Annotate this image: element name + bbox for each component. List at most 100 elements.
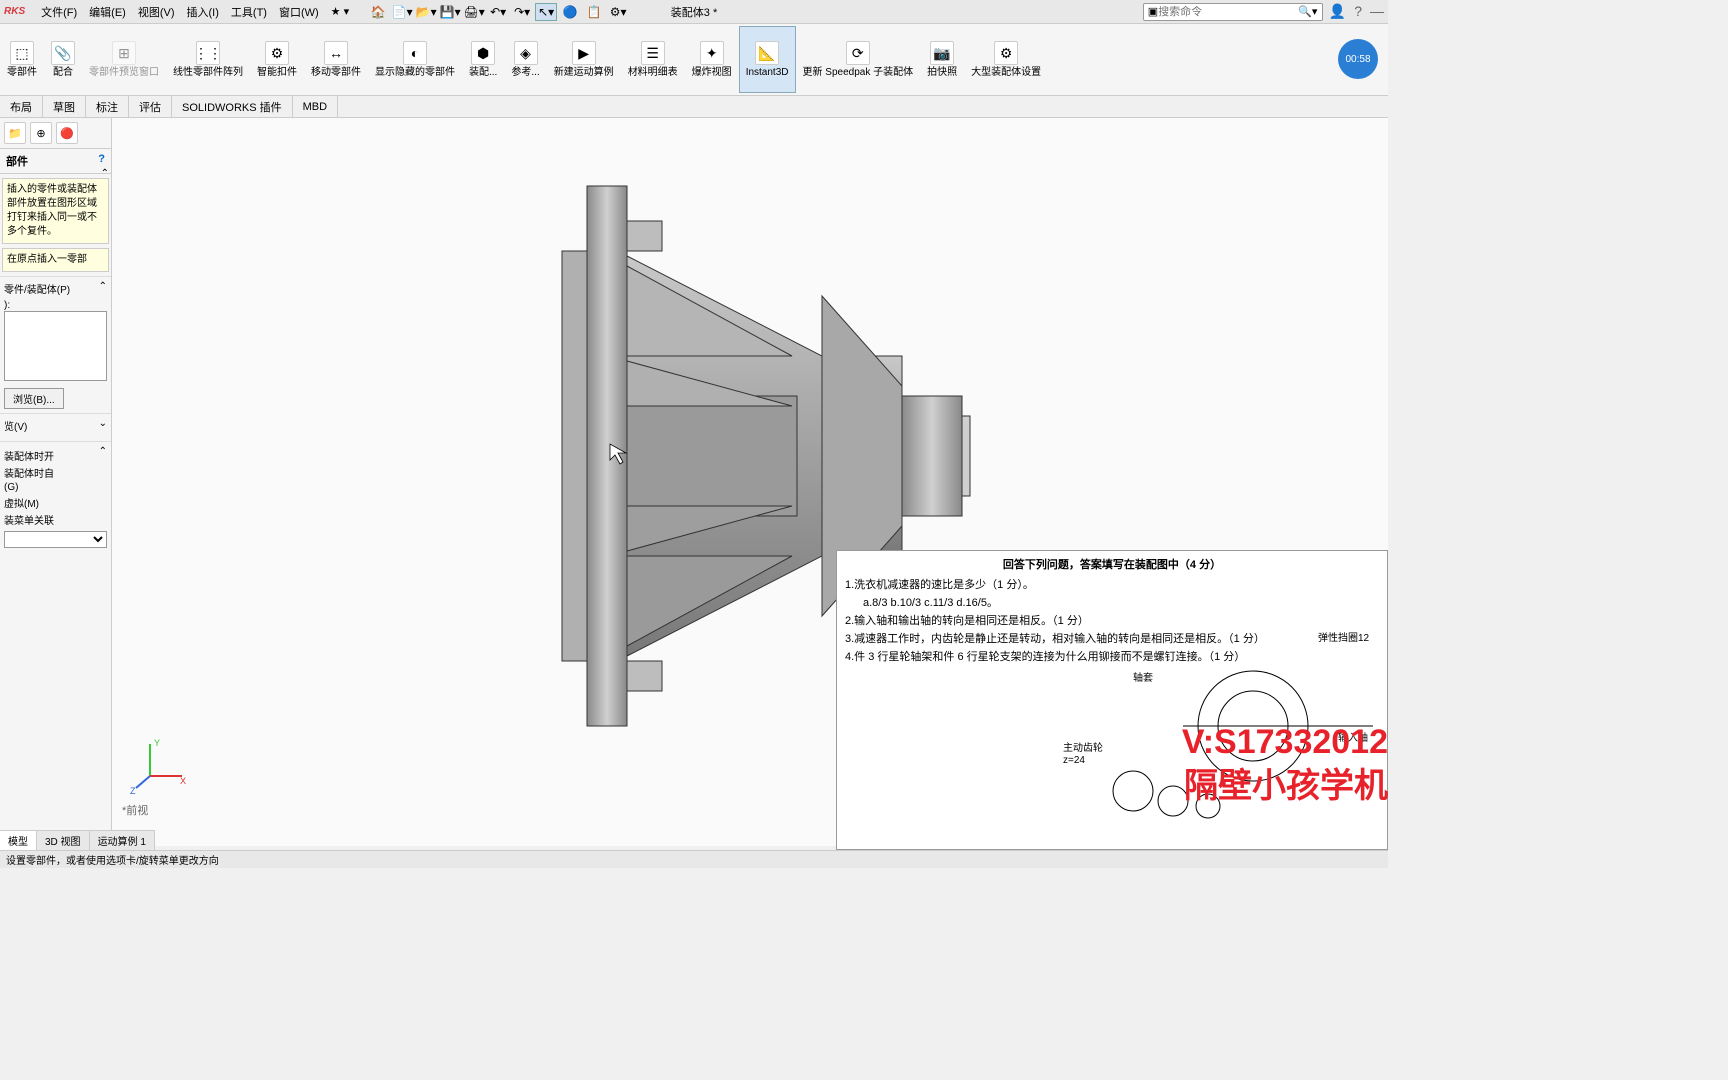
component-icon: ⬚ (10, 41, 34, 65)
fastener-icon: ⚙ (265, 41, 289, 65)
tab-annotate[interactable]: 标注 (86, 96, 129, 117)
search-input[interactable] (1158, 6, 1298, 18)
search-icon[interactable]: 🔍▾ (1298, 5, 1317, 18)
settings-icon[interactable]: ⚙▾ (607, 3, 629, 21)
preview-icon: ⊞ (112, 41, 136, 65)
large-assembly-icon: ⚙ (994, 41, 1018, 65)
help-box-2: 在原点插入一零部 (2, 248, 109, 272)
chevron-down-icon[interactable]: ⌄ (99, 418, 107, 433)
bottom-tabs: 模型 3D 视图 运动算例 1 (0, 830, 155, 850)
ribbon-bom[interactable]: ☰材料明细表 (621, 26, 685, 93)
option-2[interactable]: 装配体时自 (4, 465, 107, 480)
instant3d-icon: 📐 (755, 41, 779, 65)
tab-mbd[interactable]: MBD (293, 96, 338, 117)
reference-icon: ◈ (514, 41, 538, 65)
ribbon-large-assembly[interactable]: ⚙大型装配体设置 (964, 26, 1048, 93)
speedpak-icon: ⟳ (846, 41, 870, 65)
home-icon[interactable]: 🏠 (367, 3, 389, 21)
undo-icon[interactable]: ↶▾ (487, 3, 509, 21)
new-icon[interactable]: 📄▾ (391, 3, 413, 21)
select-icon[interactable]: ↖▾ (535, 3, 557, 21)
motion-icon: ▶ (572, 41, 596, 65)
option-5[interactable]: 装菜单关联 (4, 512, 107, 527)
svg-text:轴套: 轴套 (1133, 671, 1153, 684)
svg-text:主动齿轮: 主动齿轮 (1063, 741, 1103, 754)
search-box[interactable]: ▣ 🔍▾ (1143, 3, 1323, 21)
parts-list[interactable] (4, 311, 107, 381)
menu-tools[interactable]: 工具(T) (225, 4, 273, 20)
collapse-icon[interactable]: ⌃ (99, 281, 107, 296)
tab-motion-study[interactable]: 运动算例 1 (90, 831, 155, 850)
ribbon-assembly[interactable]: ⬢装配... (462, 26, 504, 93)
user-icon[interactable]: 👤 (1329, 3, 1346, 20)
options-icon[interactable]: 📋 (583, 3, 605, 21)
ribbon-insert-component[interactable]: ⬚零部件 (0, 26, 44, 93)
question-1: 1.洗衣机减速器的速比是多少（1 分）。 (845, 577, 1379, 593)
overlay-title: 回答下列问题，答案填写在装配图中（4 分） (845, 557, 1379, 573)
section-view-label: 览(V) (4, 418, 27, 433)
open-icon[interactable]: 📂▾ (415, 3, 437, 21)
option-1[interactable]: 装配体时开 (4, 448, 107, 463)
menu-view[interactable]: 视图(V) (132, 4, 181, 20)
ribbon-mate[interactable]: 📎配合 (44, 26, 82, 93)
ribbon-snapshot[interactable]: 📷拍快照 (920, 26, 964, 93)
option-4[interactable]: 虚拟(M) (4, 495, 107, 510)
panel-tree-icon[interactable]: 📁 (4, 122, 26, 144)
ribbon: ⬚零部件 📎配合 ⊞零部件预览窗口 ⋮⋮线性零部件阵列 ⚙智能扣件 ↔移动零部件… (0, 24, 1388, 96)
ribbon-explode[interactable]: ✦爆炸视图 (685, 26, 739, 93)
panel-title: 部件 (6, 153, 28, 169)
watermark: V:S17332012 隔壁小孩学机 (1182, 720, 1388, 808)
svg-text:z=24: z=24 (1063, 755, 1085, 766)
rebuild-icon[interactable]: 🔵 (559, 3, 581, 21)
menu-chevron-icon[interactable]: ★ ▾ (325, 5, 355, 18)
tab-model[interactable]: 模型 (0, 831, 37, 850)
menu-insert[interactable]: 插入(I) (181, 4, 225, 20)
help-icon[interactable]: ? (1354, 3, 1362, 20)
ribbon-reference[interactable]: ◈参考... (504, 26, 546, 93)
tab-3dview[interactable]: 3D 视图 (37, 831, 90, 850)
app-logo: RKS (4, 6, 25, 17)
left-panel: 📁 ⊕ 🔴 部件 ? ⌃ 插入的零件或装配体部件放置在图形区域打钉来插入同一或不… (0, 118, 112, 846)
panel-appearance-icon[interactable]: 🔴 (56, 122, 78, 144)
tab-layout[interactable]: 布局 (0, 96, 43, 117)
triad-icon: Y X Z (130, 736, 190, 796)
svg-text:Y: Y (154, 738, 160, 748)
mate-icon: 📎 (51, 41, 75, 65)
ribbon-speedpak[interactable]: ⟳更新 Speedpak 子装配体 (796, 26, 921, 93)
tabbar: 布局 草图 标注 评估 SOLIDWORKS 插件 MBD (0, 96, 1388, 118)
minimize-icon[interactable]: — (1370, 3, 1384, 20)
print-icon[interactable]: 🖨▾ (463, 3, 485, 21)
explode-icon: ✦ (700, 41, 724, 65)
assembly-icon: ⬢ (471, 41, 495, 65)
help-box-1: 插入的零件或装配体部件放置在图形区域打钉来插入同一或不多个复件。 (2, 178, 109, 244)
panel-display-icon[interactable]: ⊕ (30, 122, 52, 144)
save-icon[interactable]: 💾▾ (439, 3, 461, 21)
ribbon-instant3d[interactable]: 📐Instant3D (739, 26, 796, 93)
collapse-icon[interactable]: ⌃ (99, 446, 107, 457)
statusbar: 设置零部件，或者使用选项卡/旋转菜单更改方向 (0, 850, 1388, 868)
ribbon-motion[interactable]: ▶新建运动算例 (547, 26, 621, 93)
tab-evaluate[interactable]: 评估 (129, 96, 172, 117)
ribbon-pattern[interactable]: ⋮⋮线性零部件阵列 (166, 26, 250, 93)
menu-file[interactable]: 文件(F) (35, 4, 83, 20)
browse-button[interactable]: 浏览(B)... (4, 388, 64, 409)
option-3[interactable]: (G) (4, 482, 107, 493)
ribbon-move[interactable]: ↔移动零部件 (304, 26, 368, 93)
panel-help-icon[interactable]: ? (98, 153, 105, 169)
redo-icon[interactable]: ↷▾ (511, 3, 533, 21)
move-icon: ↔ (324, 41, 348, 65)
svg-text:X: X (180, 776, 186, 786)
option-dropdown[interactable] (4, 531, 107, 548)
tab-plugins[interactable]: SOLIDWORKS 插件 (172, 96, 293, 117)
question-1-options: a.8/3 b.10/3 c.11/3 d.16/5。 (845, 595, 1379, 611)
ribbon-fastener[interactable]: ⚙智能扣件 (250, 26, 304, 93)
terminal-icon: ▣ (1148, 5, 1158, 18)
hidden-icon: ◐ (403, 41, 427, 65)
tab-sketch[interactable]: 草图 (43, 96, 86, 117)
menu-window[interactable]: 窗口(W) (273, 4, 325, 20)
pattern-icon: ⋮⋮ (196, 41, 220, 65)
menu-edit[interactable]: 编辑(E) (83, 4, 132, 20)
svg-text:Z: Z (130, 786, 136, 796)
ribbon-hidden[interactable]: ◐显示隐藏的零部件 (368, 26, 462, 93)
document-title: 装配体3 * (671, 4, 717, 20)
